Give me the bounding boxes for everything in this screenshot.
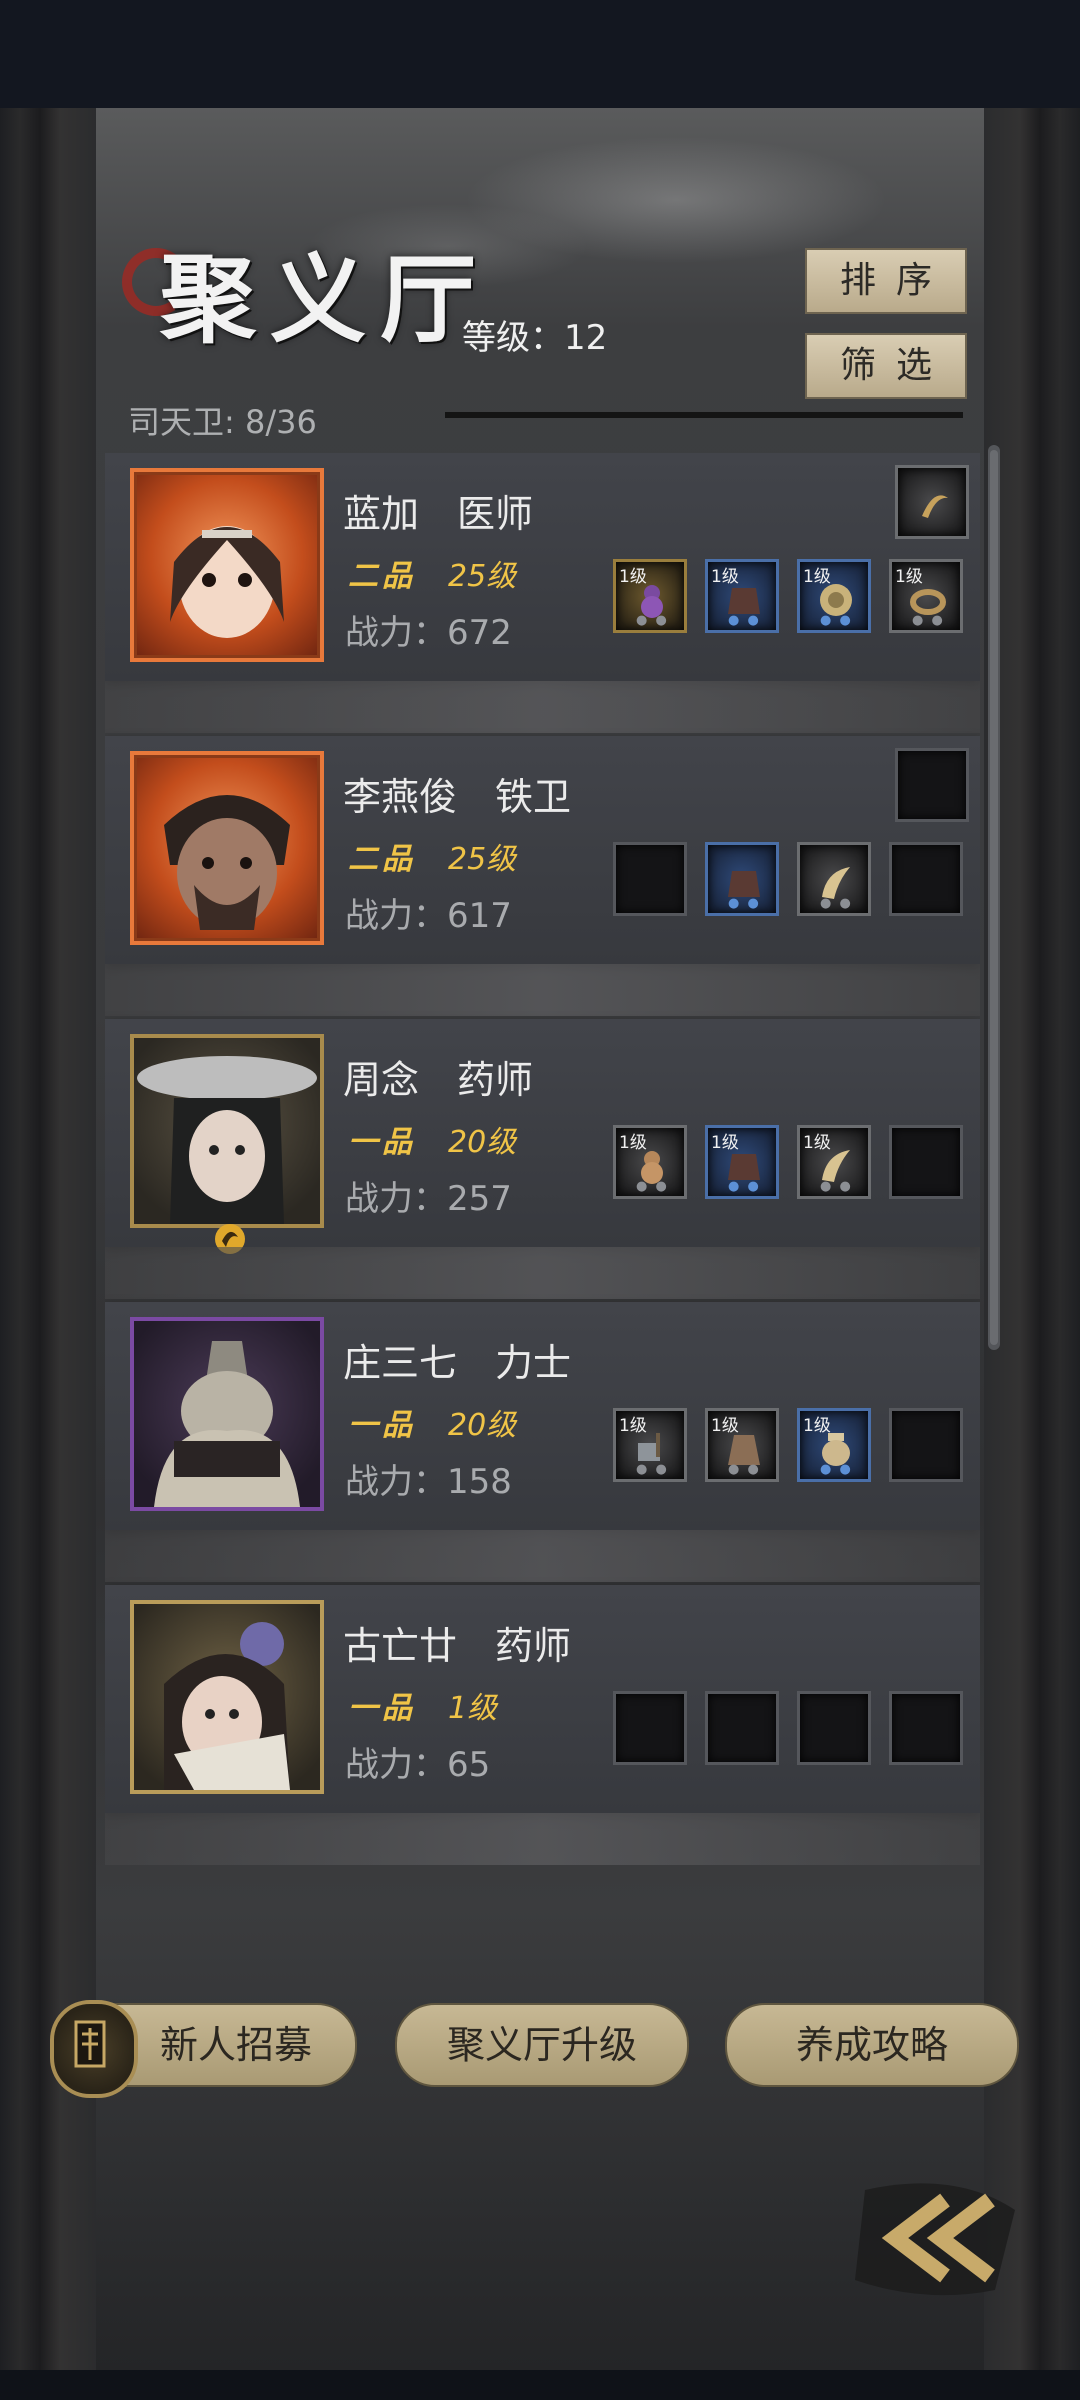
character-list[interactable]: 蓝加 医师 二品 25级 战力：672 1级 ● ● 1级 ● ● 1级 ● ●… xyxy=(105,453,980,1873)
character-portrait[interactable] xyxy=(130,468,324,662)
character-level: 1级 xyxy=(448,1691,498,1726)
empty-slot-icon[interactable] xyxy=(613,1691,687,1765)
empty-slot-icon[interactable] xyxy=(889,1691,963,1765)
character-name: 周念 药师 xyxy=(343,1058,534,1102)
empty-slot-icon[interactable] xyxy=(889,1125,963,1199)
card-separator xyxy=(105,1247,980,1299)
title-divider xyxy=(445,412,963,418)
empty-slot-icon[interactable] xyxy=(889,842,963,916)
empty-slot-icon[interactable] xyxy=(613,842,687,916)
recruit-label: 新人招募 xyxy=(159,2023,312,2067)
scrollbar-thumb[interactable] xyxy=(990,450,998,1345)
character-rank: 二品 xyxy=(348,842,416,877)
navigation-bar xyxy=(0,2370,1080,2400)
training-guide-button[interactable]: 养成攻略 xyxy=(725,2003,1019,2087)
hall-upgrade-button[interactable]: 聚义厅升级 xyxy=(395,2003,689,2087)
character-rank: 一品 xyxy=(348,1691,416,1726)
status-bar xyxy=(0,0,1080,108)
character-power: 战力：617 xyxy=(345,896,512,936)
sort-button[interactable]: 排序 xyxy=(805,248,967,314)
gourd-icon[interactable]: 1级 ● ● xyxy=(613,1125,687,1199)
empty-slot-icon[interactable] xyxy=(889,1408,963,1482)
hall-level: 等级：12 xyxy=(462,318,608,358)
gourd-icon[interactable]: 1级 ● ● xyxy=(613,559,687,633)
card-separator xyxy=(105,681,980,733)
horn-icon[interactable]: ● ● xyxy=(797,842,871,916)
empty-slot-icon[interactable] xyxy=(705,1691,779,1765)
back-arrow-icon[interactable] xyxy=(835,2170,1030,2305)
hammer-icon[interactable]: 1级 ● ● xyxy=(613,1408,687,1482)
character-name: 李燕俊 铁卫 xyxy=(343,775,572,819)
ring-icon[interactable]: 1级 ● ● xyxy=(889,559,963,633)
character-name: 蓝加 医师 xyxy=(343,492,534,536)
character-card[interactable]: 庄三七 力士 一品 20级 战力：158 1级 ● ● 1级 ● ● 1级 ● … xyxy=(105,1302,980,1530)
character-level: 20级 xyxy=(448,1125,517,1160)
armor-icon[interactable]: ● ● xyxy=(705,842,779,916)
character-card[interactable]: 蓝加 医师 二品 25级 战力：672 1级 ● ● 1级 ● ● 1级 ● ●… xyxy=(105,453,980,681)
card-separator xyxy=(105,1530,980,1582)
character-rank: 一品 xyxy=(348,1125,416,1160)
character-name: 古亡廿 药师 xyxy=(343,1624,572,1668)
character-card[interactable]: 周念 药师 一品 20级 战力：257 1级 ● ● 1级 ● ● 1级 ● ● xyxy=(105,1019,980,1254)
character-power: 战力：257 xyxy=(345,1179,512,1219)
character-level: 25级 xyxy=(448,559,517,594)
character-portrait[interactable] xyxy=(130,751,324,945)
character-power: 战力：65 xyxy=(345,1745,491,1785)
character-card[interactable]: 古亡廿 药师 一品 1级 战力：65 xyxy=(105,1585,980,1813)
character-portrait[interactable] xyxy=(130,1317,324,1511)
page-title: 聚义厅 xyxy=(160,243,490,356)
armor-icon[interactable]: 1级 ● ● xyxy=(705,559,779,633)
filter-button[interactable]: 筛选 xyxy=(805,333,967,399)
empty-slot-icon[interactable] xyxy=(797,1691,871,1765)
card-separator xyxy=(105,1813,980,1865)
character-power: 战力：672 xyxy=(345,613,512,653)
empty-slot-icon[interactable] xyxy=(895,748,969,822)
character-portrait[interactable] xyxy=(130,1034,324,1228)
card-separator xyxy=(105,964,980,1016)
robe-icon[interactable]: 1级 ● ● xyxy=(705,1408,779,1482)
character-rank: 一品 xyxy=(348,1408,416,1443)
crescent-amulet-icon[interactable] xyxy=(895,465,969,539)
character-card[interactable]: 李燕俊 铁卫 二品 25级 战力：617 ● ● ● ● xyxy=(105,736,980,964)
character-name: 庄三七 力士 xyxy=(343,1341,572,1385)
horn-icon[interactable]: 1级 ● ● xyxy=(797,1125,871,1199)
armor-icon[interactable]: 1级 ● ● xyxy=(705,1125,779,1199)
medallion-icon[interactable]: 1级 ● ● xyxy=(797,559,871,633)
character-rank: 二品 xyxy=(348,559,416,594)
character-level: 20级 xyxy=(448,1408,517,1443)
character-level: 25级 xyxy=(448,842,517,877)
character-portrait[interactable] xyxy=(130,1600,324,1794)
pot-icon[interactable]: 1级 ● ● xyxy=(797,1408,871,1482)
character-power: 战力：158 xyxy=(345,1462,512,1502)
guard-count: 司天卫: 8/36 xyxy=(128,403,317,441)
recruit-badge-icon[interactable] xyxy=(50,2000,138,2098)
